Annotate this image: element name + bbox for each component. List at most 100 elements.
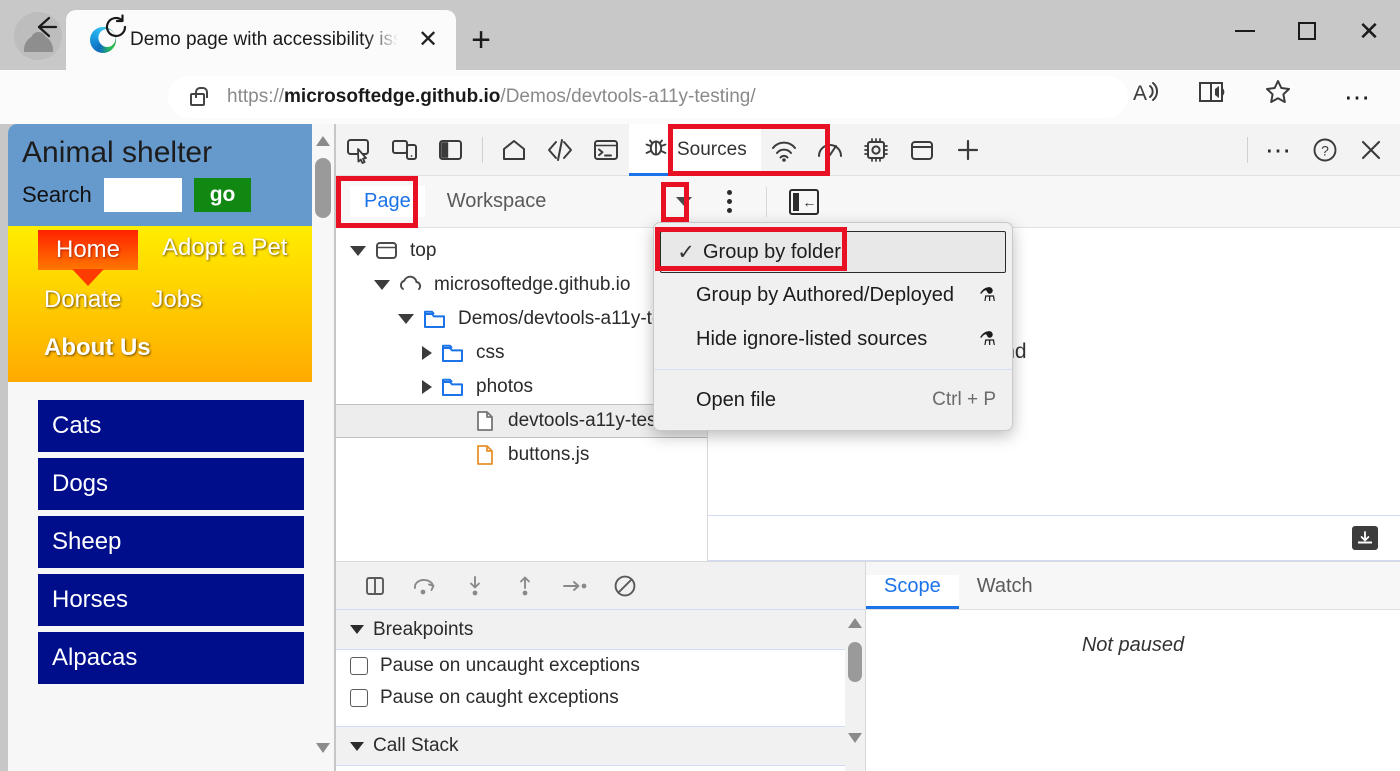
network-icon[interactable] <box>761 130 807 170</box>
animal-button-dogs[interactable]: Dogs <box>38 458 304 510</box>
scope-watch-pane: Scope Watch Not paused <box>866 562 1400 771</box>
nav-link-jobs[interactable]: Jobs <box>145 282 208 318</box>
animal-button-sheep[interactable]: Sheep <box>38 516 304 568</box>
collapse-sidebar-icon[interactable] <box>789 189 819 215</box>
favorite-star-button[interactable] <box>1262 76 1294 108</box>
performance-icon[interactable] <box>807 130 853 170</box>
expand-triangle-icon[interactable] <box>350 246 366 256</box>
debugger-sections: Breakpoints Pause on uncaught exceptions… <box>336 610 865 771</box>
section-breakpoints[interactable]: Breakpoints <box>336 610 865 650</box>
page-header: Animal shelter Search go <box>8 124 334 226</box>
navigator-tab-workspace[interactable]: Workspace <box>447 190 547 213</box>
navigator-toolbar-divider <box>766 187 767 217</box>
read-aloud-button[interactable]: A <box>1130 76 1162 108</box>
scroll-up-arrow-icon[interactable] <box>848 618 862 628</box>
more-tabs-plus-icon[interactable] <box>945 130 991 170</box>
tree-row-top[interactable]: top <box>336 234 707 268</box>
menu-item-group-by-folder[interactable]: ✓ Group by folder <box>660 231 1006 273</box>
search-input[interactable] <box>104 178 182 212</box>
debugger-scrollbar[interactable] <box>845 610 865 771</box>
expand-triangle-icon[interactable] <box>350 625 364 634</box>
memory-icon[interactable] <box>853 130 899 170</box>
tree-row-photos[interactable]: photos <box>336 370 707 404</box>
window-minimize-button[interactable] <box>1214 0 1276 62</box>
nav-link-donate[interactable]: Donate <box>38 282 127 318</box>
collapse-triangle-icon[interactable] <box>422 380 432 394</box>
dock-side-icon[interactable] <box>428 130 474 170</box>
tab-watch[interactable]: Watch <box>959 575 1051 609</box>
pause-caught-checkbox[interactable] <box>350 689 368 707</box>
scroll-up-arrow-icon[interactable] <box>316 136 330 146</box>
more-options-vertical-icon[interactable] <box>716 187 742 217</box>
animal-button-cats[interactable]: Cats <box>38 400 304 452</box>
debugger-toolbar <box>336 562 865 610</box>
tab-close-icon[interactable]: ✕ <box>414 26 442 54</box>
address-bar[interactable]: https://microsoftedge.github.io/Demos/de… <box>168 76 1128 118</box>
console-icon[interactable] <box>583 130 629 170</box>
elements-icon[interactable] <box>537 130 583 170</box>
nav-link-about-us[interactable]: About Us <box>38 330 157 366</box>
navigator-context-menu[interactable]: ✓ Group by folder Group by Authored/Depl… <box>653 222 1013 431</box>
more-options-icon[interactable]: ⋯ <box>1256 130 1302 170</box>
section-call-stack[interactable]: Call Stack <box>336 726 865 766</box>
help-icon[interactable]: ? <box>1302 130 1348 170</box>
tree-row-devtools-a11y-testing[interactable]: devtools-a11y-testing/ <box>336 404 707 438</box>
back-button[interactable] <box>26 7 66 47</box>
immersive-reader-button[interactable] <box>1196 76 1230 108</box>
devtools-tab-sources[interactable]: Sources <box>629 124 761 176</box>
scrollbar-thumb[interactable] <box>848 642 862 682</box>
tab-scope[interactable]: Scope <box>866 575 959 609</box>
step-into-icon[interactable] <box>452 569 498 603</box>
application-icon[interactable] <box>899 130 945 170</box>
menu-item-group-by-authored-deployed[interactable]: Group by Authored/Deployed ⚗ <box>654 273 1012 317</box>
window-maximize-button[interactable] <box>1276 0 1338 62</box>
animal-button-horses[interactable]: Horses <box>38 574 304 626</box>
nav-link-home[interactable]: Home <box>38 230 138 270</box>
browser-settings-button[interactable]: ⋯ <box>1344 84 1372 110</box>
window-close-button[interactable]: ✕ <box>1338 0 1400 62</box>
expand-triangle-icon[interactable] <box>350 742 364 751</box>
dock-to-bottom-icon[interactable] <box>1352 526 1378 550</box>
folder-icon <box>440 375 466 399</box>
collapse-triangle-icon[interactable] <box>422 346 432 360</box>
page-title: Animal shelter <box>22 134 320 172</box>
page-scrollbar[interactable] <box>312 124 334 771</box>
search-go-button[interactable]: go <box>194 178 252 212</box>
expand-triangle-icon[interactable] <box>398 314 414 324</box>
page-viewport: Animal shelter Search go Home Adopt a Pe… <box>8 124 334 771</box>
menu-item-hide-ignore-listed-sources[interactable]: Hide ignore-listed sources ⚗ <box>654 317 1012 361</box>
scroll-down-arrow-icon[interactable] <box>316 743 330 753</box>
pause-uncaught-checkbox[interactable] <box>350 657 368 675</box>
scroll-down-arrow-icon[interactable] <box>848 733 862 743</box>
expand-triangle-icon[interactable] <box>374 280 390 290</box>
new-tab-button[interactable]: + <box>462 21 500 59</box>
welcome-home-icon[interactable] <box>491 130 537 170</box>
tree-row-demos-folder[interactable]: Demos/devtools-a11y-te <box>336 302 707 336</box>
toolbar-divider <box>482 137 483 163</box>
step-out-icon[interactable] <box>502 569 548 603</box>
reload-button[interactable] <box>96 7 136 47</box>
nav-link-adopt-a-pet[interactable]: Adopt a Pet <box>156 230 293 266</box>
chevron-down-icon[interactable] <box>676 197 692 206</box>
svg-text:A: A <box>1133 82 1147 105</box>
checkbox-row-uncaught[interactable]: Pause on uncaught exceptions <box>336 650 865 682</box>
inspect-element-icon[interactable] <box>336 130 382 170</box>
tree-row-domain[interactable]: microsoftedge.github.io <box>336 268 707 302</box>
scrollbar-thumb[interactable] <box>315 158 331 218</box>
pause-icon[interactable] <box>352 569 398 603</box>
tree-label-top: top <box>410 240 436 262</box>
js-document-icon <box>472 443 498 467</box>
page-nav-row-1: Home Adopt a Pet <box>8 230 334 270</box>
tree-row-css[interactable]: css <box>336 336 707 370</box>
browser-tab-title: Demo page with accessibility issu <box>130 29 398 51</box>
device-emulation-icon[interactable] <box>382 130 428 170</box>
animal-button-alpacas[interactable]: Alpacas <box>38 632 304 684</box>
tree-row-buttons-js[interactable]: buttons.js <box>336 438 707 472</box>
step-icon[interactable] <box>552 569 598 603</box>
checkbox-row-caught[interactable]: Pause on caught exceptions <box>336 682 865 714</box>
menu-item-open-file[interactable]: Open file Ctrl + P <box>654 378 1012 422</box>
navigator-tab-page[interactable]: Page <box>350 186 425 217</box>
deactivate-breakpoints-icon[interactable] <box>602 569 648 603</box>
close-devtools-icon[interactable] <box>1348 130 1394 170</box>
step-over-icon[interactable] <box>402 569 448 603</box>
